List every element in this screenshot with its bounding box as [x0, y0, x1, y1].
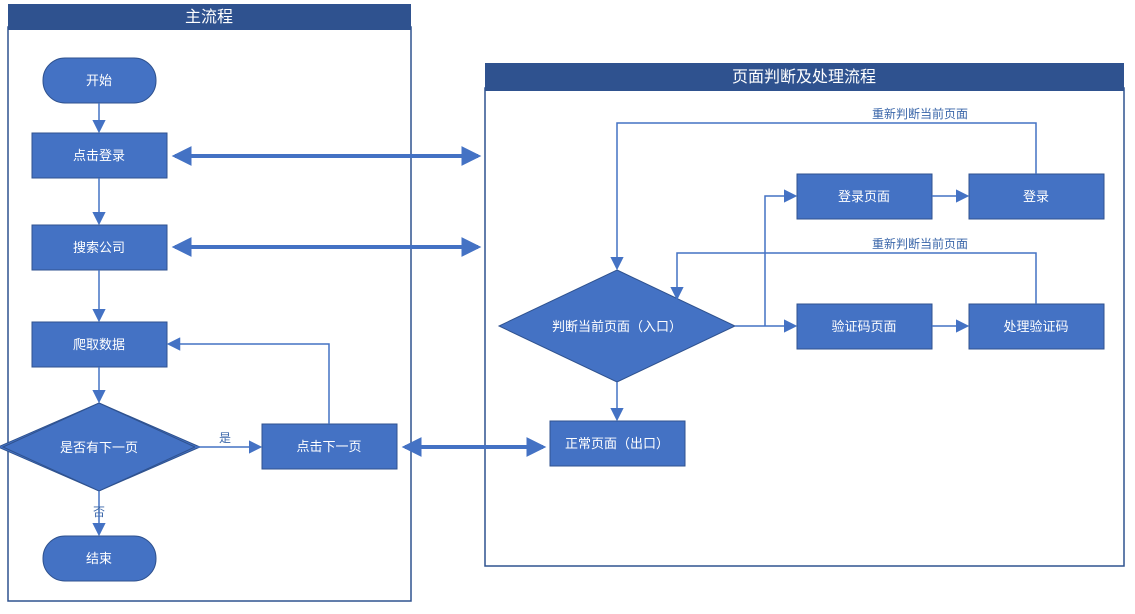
- captcha-page-label: 验证码页面: [831, 319, 896, 334]
- click-login-node: 点击登录: [32, 133, 167, 178]
- judge-entry-label: 判断当前页面（入口）: [552, 319, 682, 334]
- login-page-node: 登录页面: [797, 174, 932, 219]
- crawl-data-node: 爬取数据: [32, 322, 167, 367]
- start-node: 开始: [43, 58, 156, 103]
- do-captcha-node: 处理验证码: [969, 304, 1104, 349]
- end-label: 结束: [86, 551, 112, 566]
- login-page-label: 登录页面: [838, 189, 890, 204]
- end-node: 结束: [43, 536, 156, 581]
- search-company-label: 搜索公司: [73, 240, 125, 255]
- rejudge-label-2: 重新判断当前页面: [872, 236, 968, 251]
- normal-exit-node: 正常页面（出口）: [550, 421, 685, 466]
- page-panel-title: 页面判断及处理流程: [732, 68, 876, 86]
- rejudge-label-1: 重新判断当前页面: [872, 106, 968, 121]
- click-login-label: 点击登录: [73, 148, 125, 163]
- no-label: 否: [93, 505, 105, 519]
- search-company-node: 搜索公司: [32, 225, 167, 270]
- do-login-node: 登录: [969, 174, 1104, 219]
- normal-exit-label: 正常页面（出口）: [565, 436, 669, 451]
- captcha-page-node: 验证码页面: [797, 304, 932, 349]
- main-panel-title: 主流程: [185, 8, 233, 26]
- click-next-label: 点击下一页: [296, 439, 361, 454]
- click-next-node: 点击下一页: [262, 424, 397, 469]
- start-label: 开始: [86, 73, 112, 88]
- crawl-data-label: 爬取数据: [73, 337, 125, 352]
- do-captcha-label: 处理验证码: [1003, 319, 1068, 334]
- has-next-label: 是否有下一页: [60, 440, 138, 455]
- yes-label: 是: [219, 431, 231, 445]
- flowchart-canvas: 主流程 开始 点击登录 搜索公司 爬取数据 是否有下一页 是 点击下一页 否: [0, 0, 1135, 614]
- do-login-label: 登录: [1023, 189, 1049, 204]
